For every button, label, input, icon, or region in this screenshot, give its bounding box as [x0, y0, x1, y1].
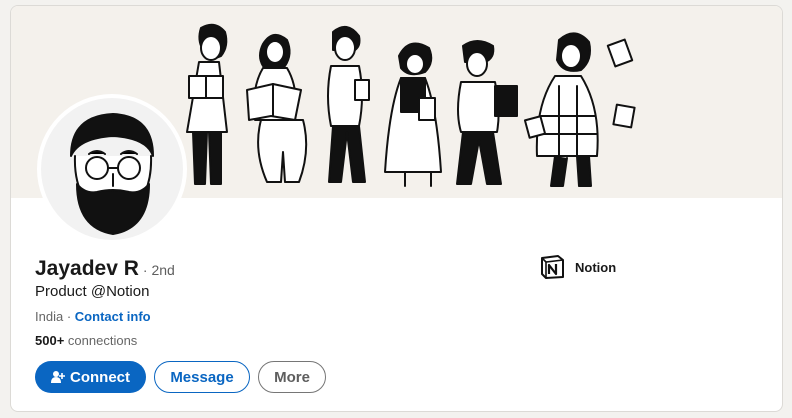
profile-actions: Connect Message More [35, 361, 326, 393]
message-button[interactable]: Message [154, 361, 250, 393]
separator: · [66, 309, 72, 324]
connect-label: Connect [70, 368, 130, 386]
illustration-person-map [246, 33, 308, 183]
avatar-illustration [41, 98, 183, 240]
notion-logo-icon [541, 255, 564, 279]
profile-headline: Product @Notion [35, 283, 150, 300]
name-row: Jayadev R · 2nd [35, 257, 175, 281]
illustration-person-papers [523, 32, 636, 187]
add-person-icon [51, 371, 65, 383]
profile-location: India [35, 309, 64, 324]
connection-degree: · 2nd [142, 262, 175, 278]
more-button[interactable]: More [258, 361, 326, 393]
profile-card: Jayadev R · 2nd Product @Notion India · … [10, 5, 783, 412]
profile-name: Jayadev R [35, 257, 139, 280]
connections-label: connections [67, 333, 138, 348]
current-company[interactable]: Notion [539, 254, 616, 280]
connections-count[interactable]: 500+ connections [35, 333, 137, 348]
avatar[interactable] [37, 94, 187, 244]
illustration-person-laptop [456, 40, 518, 185]
company-name: Notion [575, 259, 617, 275]
connections-number: 500+ [35, 333, 65, 348]
connect-button[interactable]: Connect [35, 361, 146, 393]
contact-info-link[interactable]: Contact info [75, 309, 151, 324]
illustration-person-notebook [384, 42, 442, 187]
illustration-person-reading [186, 23, 228, 185]
location-row: India · Contact info [35, 309, 151, 324]
illustration-person-phone [327, 25, 370, 183]
